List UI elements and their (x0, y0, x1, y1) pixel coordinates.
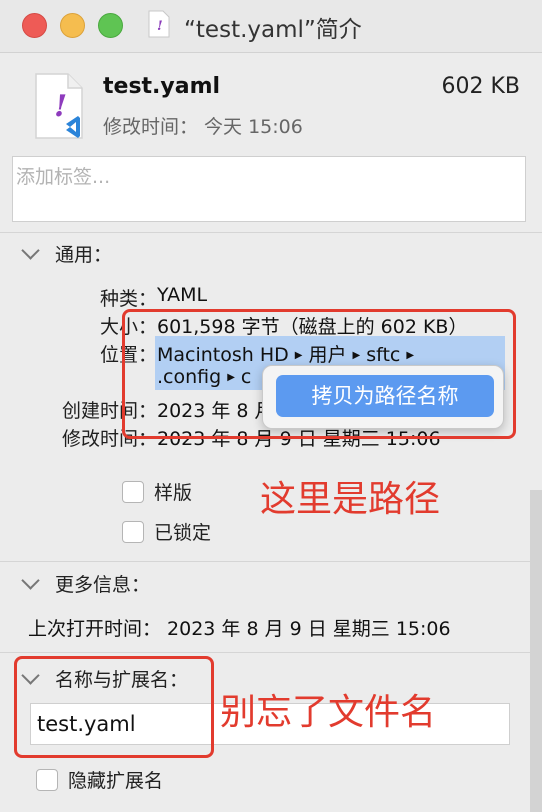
hide-extension-label: 隐藏扩展名 (68, 770, 164, 792)
background-window-edge (530, 490, 542, 812)
tags-input[interactable]: 添加标签... (12, 156, 526, 222)
divider (0, 232, 542, 233)
stationery-checkbox-row[interactable]: 样版 (122, 478, 192, 505)
more-info-header: 更多信息： (55, 574, 151, 596)
locked-label: 已锁定 (154, 522, 212, 544)
window-title: “test.yaml”简介 (184, 17, 362, 43)
chevron-down-icon (21, 241, 40, 260)
svg-text:!: ! (157, 19, 163, 34)
file-size: 602 KB (441, 74, 520, 99)
close-button[interactable] (22, 13, 47, 38)
more-info-section-toggle[interactable]: 更多信息： (20, 570, 150, 597)
path-highlight-box (122, 309, 516, 439)
svg-text:!: ! (54, 89, 67, 124)
title-bar: ! “test.yaml”简介 (0, 0, 542, 53)
kind-label: 种类： (99, 288, 157, 310)
file-icon: ! (35, 73, 83, 139)
divider (0, 652, 542, 653)
general-section-toggle[interactable]: 通用： (20, 240, 112, 267)
file-name: test.yaml (103, 74, 221, 99)
yaml-file-icon: ! (148, 10, 170, 38)
stationery-label: 样版 (154, 482, 193, 504)
filename-annotation: 别忘了文件名 (220, 692, 437, 733)
general-header: 通用： (55, 244, 113, 266)
locked-checkbox[interactable] (122, 520, 144, 543)
path-annotation: 这里是路径 (260, 479, 441, 520)
last-opened: 上次打开时间： 2023 年 8 月 9 日 星期三 15:06 (28, 618, 451, 640)
stationery-checkbox[interactable] (122, 480, 144, 503)
filename-highlight-box (14, 656, 214, 758)
hide-extension-checkbox-row[interactable]: 隐藏扩展名 (36, 766, 163, 793)
minimize-button[interactable] (60, 13, 85, 38)
tags-placeholder: 添加标签... (16, 166, 111, 188)
modified-time: 修改时间： 今天 15:06 (103, 116, 303, 138)
divider (0, 561, 542, 562)
locked-checkbox-row[interactable]: 已锁定 (122, 518, 211, 545)
hide-extension-checkbox[interactable] (36, 768, 58, 791)
kind-value: YAML (157, 284, 208, 306)
chevron-down-icon (21, 571, 40, 590)
zoom-button[interactable] (98, 13, 123, 38)
